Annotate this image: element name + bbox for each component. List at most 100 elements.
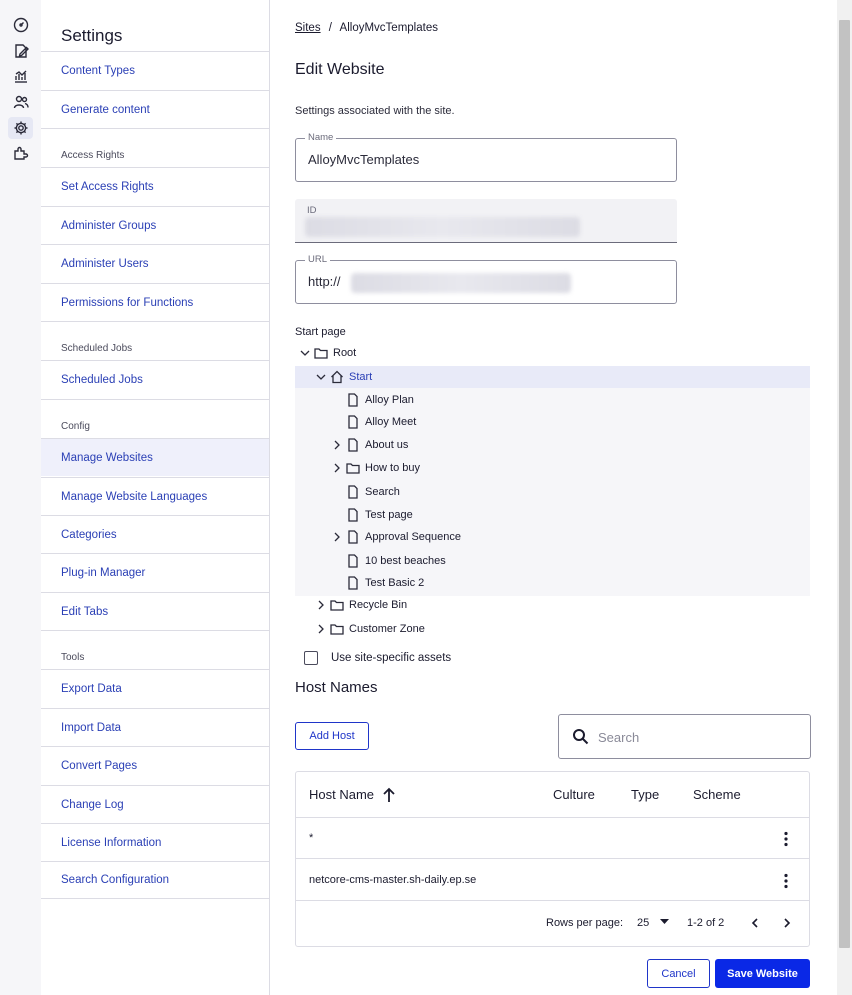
chevron-left-icon[interactable]	[749, 917, 761, 929]
edit-icon[interactable]	[8, 40, 33, 62]
nav-item-plug-in-manager[interactable]: Plug-in Manager	[41, 553, 269, 591]
nav-item-generate-content[interactable]: Generate content	[41, 90, 269, 128]
save-website-button[interactable]: Save Website	[715, 959, 810, 988]
nav-item-administer-groups[interactable]: Administer Groups	[41, 206, 269, 244]
main-content: Sites / AlloyMvcTemplates Edit Website S…	[270, 0, 837, 995]
nav-item-edit-tabs[interactable]: Edit Tabs	[41, 592, 269, 630]
page-icon	[348, 415, 358, 429]
start-page-label: Start page	[295, 326, 346, 338]
folder-icon	[346, 463, 360, 474]
tree-node-10-best-beaches[interactable]: 10 best beaches	[295, 550, 810, 572]
scrollbar[interactable]	[837, 0, 852, 995]
page-icon	[348, 485, 358, 499]
nav-item-convert-pages[interactable]: Convert Pages	[41, 746, 269, 784]
tree-node-label: About us	[365, 439, 409, 451]
tree-node-search[interactable]: Search	[295, 481, 810, 503]
breadcrumb-sites-link[interactable]: Sites	[295, 22, 321, 34]
page-icon	[348, 554, 358, 568]
nav-section-access-rights: Access Rights	[61, 150, 125, 161]
addons-icon[interactable]	[8, 142, 33, 164]
page-icon	[348, 576, 358, 590]
nav-item-export-data[interactable]: Export Data	[41, 669, 269, 707]
table-row[interactable]: netcore-cms-master.sh-daily.ep.se	[296, 858, 809, 901]
page-icon	[348, 438, 358, 452]
nav-item-license-information[interactable]: License Information	[41, 823, 269, 861]
nav-item-content-types[interactable]: Content Types	[41, 51, 269, 89]
chevron-down-icon[interactable]	[315, 371, 327, 383]
nav-item-scheduled-jobs[interactable]: Scheduled Jobs	[41, 360, 269, 398]
chart-icon[interactable]	[8, 65, 33, 87]
tree-node-how-to-buy[interactable]: How to buy	[295, 457, 810, 479]
nav-item-administer-users[interactable]: Administer Users	[41, 244, 269, 282]
nav-item-import-data[interactable]: Import Data	[41, 708, 269, 746]
more-vertical-icon[interactable]	[783, 873, 789, 889]
chevron-right-icon[interactable]	[315, 599, 327, 611]
url-redacted-value	[351, 273, 571, 293]
tree-node-label: Search	[365, 486, 400, 498]
rows-per-page-select[interactable]: 25	[637, 917, 649, 929]
tree-node-label: Test page	[365, 509, 413, 521]
nav-item-change-log[interactable]: Change Log	[41, 785, 269, 823]
tree-node-label: Approval Sequence	[365, 531, 462, 543]
nav-item-permissions-for-functions[interactable]: Permissions for Functions	[41, 283, 269, 321]
url-field-label: URL	[305, 254, 331, 265]
tree-node-start[interactable]: Start	[295, 366, 810, 388]
chevron-right-icon[interactable]	[781, 917, 793, 929]
nav-item-set-access-rights[interactable]: Set Access Rights	[41, 167, 269, 205]
tree-node-label: Alloy Meet	[365, 416, 417, 428]
users-icon[interactable]	[8, 91, 33, 113]
tree-node-label: Test Basic 2	[365, 577, 425, 589]
column-header-host-name[interactable]: Host Name	[309, 787, 374, 802]
chevron-down-icon[interactable]	[299, 347, 311, 359]
host-names-title: Host Names	[295, 679, 378, 696]
tree-node-root[interactable]: Root	[295, 342, 810, 364]
host-search-input[interactable]	[596, 725, 800, 749]
column-header-type[interactable]: Type	[631, 787, 659, 802]
settings-nav: Settings Content Types Generate content …	[41, 0, 270, 995]
tree-node-label: 10 best beaches	[365, 555, 446, 567]
column-header-scheme[interactable]: Scheme	[693, 787, 741, 802]
cancel-button[interactable]: Cancel	[647, 959, 710, 988]
scrollbar-thumb[interactable]	[839, 20, 850, 948]
site-assets-label: Use site-specific assets	[331, 652, 452, 664]
page-icon	[348, 530, 358, 544]
nav-section-scheduled-jobs: Scheduled Jobs	[61, 343, 133, 354]
tree-node-approval-sequence[interactable]: Approval Sequence	[295, 526, 810, 548]
site-assets-checkbox[interactable]	[304, 651, 318, 665]
host-search-box[interactable]	[558, 714, 811, 759]
name-field-value: AlloyMvcTemplates	[308, 152, 420, 167]
settings-icon[interactable]	[8, 117, 33, 139]
sort-ascending-icon[interactable]	[382, 787, 396, 803]
tree-node-test-basic-2[interactable]: Test Basic 2	[295, 572, 810, 594]
chevron-right-icon[interactable]	[331, 462, 343, 474]
page-subtitle: Settings associated with the site.	[295, 105, 455, 117]
tree-node-alloy-plan[interactable]: Alloy Plan	[295, 389, 810, 411]
table-row[interactable]: *	[296, 817, 809, 859]
breadcrumb-separator: /	[328, 22, 332, 34]
folder-icon	[330, 600, 344, 611]
folder-icon	[330, 624, 344, 635]
pagination-range: 1-2 of 2	[687, 917, 725, 929]
nav-item-search-configuration[interactable]: Search Configuration	[41, 861, 269, 899]
nav-item-categories[interactable]: Categories	[41, 515, 269, 553]
url-field[interactable]: URL http://	[295, 254, 677, 304]
tree-node-test-page[interactable]: Test page	[295, 504, 810, 526]
name-field[interactable]: Name AlloyMvcTemplates	[295, 132, 677, 182]
tree-node-recycle-bin[interactable]: Recycle Bin	[295, 594, 810, 616]
column-header-culture[interactable]: Culture	[553, 787, 595, 802]
more-vertical-icon[interactable]	[783, 831, 789, 847]
tree-node-about-us[interactable]: About us	[295, 434, 810, 456]
caret-down-icon[interactable]	[660, 919, 669, 925]
name-field-label: Name	[305, 132, 337, 143]
chevron-right-icon[interactable]	[315, 623, 327, 635]
tree-node-alloy-meet[interactable]: Alloy Meet	[295, 411, 810, 433]
chevron-right-icon[interactable]	[331, 531, 343, 543]
dashboard-icon[interactable]	[8, 14, 33, 36]
add-host-button[interactable]: Add Host	[295, 722, 369, 750]
chevron-right-icon[interactable]	[331, 439, 343, 451]
nav-item-manage-websites[interactable]: Manage Websites	[41, 438, 269, 476]
tree-node-customer-zone[interactable]: Customer Zone	[295, 618, 810, 640]
nav-item-manage-website-languages[interactable]: Manage Website Languages	[41, 477, 269, 515]
site-assets-option[interactable]: Use site-specific assets	[304, 651, 451, 665]
host-names-table: Host Name Culture Type Scheme * netcore-…	[295, 771, 810, 947]
